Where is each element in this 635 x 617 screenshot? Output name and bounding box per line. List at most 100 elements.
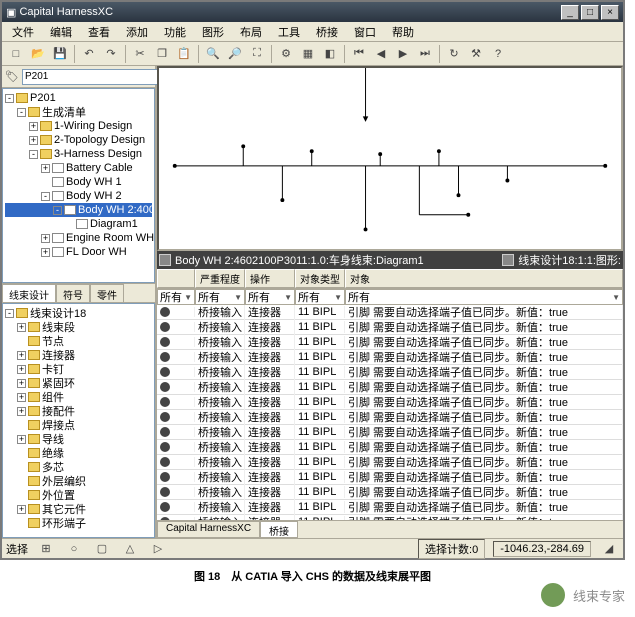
status-tool3-icon[interactable]: ▢	[92, 539, 112, 559]
tree-item[interactable]: +组件	[5, 390, 152, 404]
grid-filter-cell[interactable]: 所有▼	[245, 289, 295, 305]
tree-item[interactable]: +其它元件	[5, 502, 152, 516]
tree-item[interactable]: Body WH 1	[5, 175, 152, 189]
tool-icon[interactable]: ⚙	[276, 44, 296, 64]
expand-icon[interactable]: -	[29, 150, 38, 159]
tree-item[interactable]: +卡钉	[5, 362, 152, 376]
tree-item[interactable]: +Battery Cable	[5, 161, 152, 175]
grid-header-cell[interactable]: 操作	[245, 269, 295, 288]
tab-线束设计[interactable]: 线束设计	[2, 284, 56, 302]
config-icon[interactable]: ⚒	[466, 44, 486, 64]
grid-row[interactable]: 桥接输入连接器11 BIPL引脚 需要自动选择端子值已同步。新值：true	[157, 380, 623, 395]
grid-header-cell[interactable]: 对象	[345, 269, 623, 288]
status-tool1-icon[interactable]: ⊞	[36, 539, 56, 559]
zoom-out-icon[interactable]: 🔎	[225, 44, 245, 64]
menu-查看[interactable]: 查看	[82, 22, 116, 42]
grid-row[interactable]: 桥接输入连接器11 BIPL引脚 需要自动选择端子值已同步。新值：true	[157, 335, 623, 350]
grid-body[interactable]: 桥接输入连接器11 BIPL引脚 需要自动选择端子值已同步。新值：true桥接输…	[157, 305, 623, 520]
cut-icon[interactable]: ✂	[130, 44, 150, 64]
bottom-tab[interactable]: Capital HarnessXC	[157, 521, 260, 538]
copy-icon[interactable]: ❐	[152, 44, 172, 64]
expand-icon[interactable]: -	[5, 94, 14, 103]
expand-icon[interactable]: +	[41, 164, 50, 173]
tree-item[interactable]: 多芯	[5, 460, 152, 474]
undo-icon[interactable]: ↶	[79, 44, 99, 64]
grid-header-cell[interactable]: 严重程度	[195, 269, 245, 288]
expand-icon[interactable]: +	[17, 407, 26, 416]
grid-header-cell[interactable]: 对象类型	[295, 269, 345, 288]
tree-item[interactable]: -3-Harness Design	[5, 147, 152, 161]
dropdown-icon[interactable]: ▼	[612, 293, 620, 302]
tree-item[interactable]: +1-Wiring Design	[5, 119, 152, 133]
grid-row[interactable]: 桥接输入连接器11 BIPL引脚 需要自动选择端子值已同步。新值：true	[157, 485, 623, 500]
expand-icon[interactable]: +	[17, 393, 26, 402]
search-input[interactable]	[22, 69, 160, 85]
expand-icon[interactable]: +	[41, 234, 50, 243]
menu-文件[interactable]: 文件	[6, 22, 40, 42]
tree-item[interactable]: +线束段	[5, 320, 152, 334]
menu-窗口[interactable]: 窗口	[348, 22, 382, 42]
tree-item[interactable]: +接配件	[5, 404, 152, 418]
tree-item[interactable]: 环形端子	[5, 516, 152, 530]
nav-prev-icon[interactable]: ◀	[371, 44, 391, 64]
expand-icon[interactable]: +	[29, 122, 38, 131]
dropdown-icon[interactable]: ▼	[234, 293, 242, 302]
grid-filter-cell[interactable]: 所有▼	[157, 289, 195, 305]
tab-符号[interactable]: 符号	[56, 284, 90, 302]
tree-item[interactable]: -Body WH 2:400(2)	[5, 203, 152, 217]
search-icon[interactable]: 🏷	[4, 67, 20, 87]
minimize-button[interactable]: _	[561, 5, 579, 20]
expand-icon[interactable]: -	[5, 309, 14, 318]
tree-item[interactable]: 节点	[5, 334, 152, 348]
menu-图形[interactable]: 图形	[196, 22, 230, 42]
bottom-tab[interactable]: 桥接	[260, 521, 298, 538]
zoom-in-icon[interactable]: 🔍	[203, 44, 223, 64]
dropdown-icon[interactable]: ▼	[334, 293, 342, 302]
tree-item[interactable]: Diagram1	[5, 217, 152, 231]
status-tool2-icon[interactable]: ○	[64, 539, 84, 559]
dropdown-icon[interactable]: ▼	[284, 293, 292, 302]
expand-icon[interactable]: -	[53, 206, 62, 215]
grid-row[interactable]: 桥接输入连接器11 BIPL引脚 需要自动选择端子值已同步。新值：true	[157, 470, 623, 485]
tree-item[interactable]: +连接器	[5, 348, 152, 362]
tree-item[interactable]: -线束设计18	[5, 306, 152, 320]
tree-item[interactable]: +Engine Room WH	[5, 231, 152, 245]
grid-filter-cell[interactable]: 所有▼	[345, 289, 623, 305]
grid-header-cell[interactable]	[157, 269, 195, 288]
nav-first-icon[interactable]: ⏮	[349, 44, 369, 64]
menu-添加[interactable]: 添加	[120, 22, 154, 42]
expand-icon[interactable]: -	[41, 192, 50, 201]
refresh-icon[interactable]: ↻	[444, 44, 464, 64]
new-icon[interactable]: □	[6, 44, 26, 64]
status-tool5-icon[interactable]: ▷	[148, 539, 168, 559]
menu-功能[interactable]: 功能	[158, 22, 192, 42]
tool3-icon[interactable]: ◧	[320, 44, 340, 64]
expand-icon[interactable]: -	[17, 108, 26, 117]
tree-item[interactable]: +紧固环	[5, 376, 152, 390]
tree-item[interactable]: 外层编织	[5, 474, 152, 488]
open-icon[interactable]: 📂	[28, 44, 48, 64]
save-icon[interactable]: 💾	[50, 44, 70, 64]
tree-item[interactable]: 外位置	[5, 488, 152, 502]
grid-filter-cell[interactable]: 所有▼	[295, 289, 345, 305]
menu-工具[interactable]: 工具	[272, 22, 306, 42]
tree-item[interactable]: -Body WH 2	[5, 189, 152, 203]
grid-row[interactable]: 桥接输入连接器11 BIPL引脚 需要自动选择端子值已同步。新值：true	[157, 365, 623, 380]
nav-last-icon[interactable]: ⏭	[415, 44, 435, 64]
design-tree[interactable]: -线束设计18+线束段节点+连接器+卡钉+紧固环+组件+接配件焊接点+导线绝缘多…	[2, 303, 155, 538]
tree-item[interactable]: +导线	[5, 432, 152, 446]
menu-布局[interactable]: 布局	[234, 22, 268, 42]
grid-row[interactable]: 桥接输入连接器11 BIPL引脚 需要自动选择端子值已同步。新值：true	[157, 455, 623, 470]
expand-icon[interactable]: +	[17, 351, 26, 360]
expand-icon[interactable]: +	[41, 248, 50, 257]
expand-icon[interactable]: +	[17, 323, 26, 332]
expand-icon[interactable]: +	[17, 379, 26, 388]
tree-item[interactable]: -P201	[5, 91, 152, 105]
menu-帮助[interactable]: 帮助	[386, 22, 420, 42]
redo-icon[interactable]: ↷	[101, 44, 121, 64]
menu-桥接[interactable]: 桥接	[310, 22, 344, 42]
expand-icon[interactable]: +	[29, 136, 38, 145]
nav-next-icon[interactable]: ▶	[393, 44, 413, 64]
grid-row[interactable]: 桥接输入连接器11 BIPL引脚 需要自动选择端子值已同步。新值：true	[157, 320, 623, 335]
grid-filter-cell[interactable]: 所有▼	[195, 289, 245, 305]
